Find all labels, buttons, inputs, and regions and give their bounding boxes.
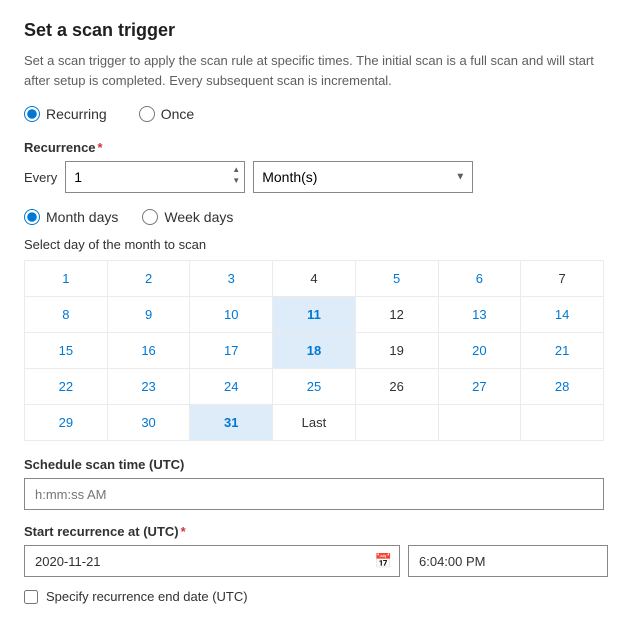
recurrence-row: Every ▲ ▼ Month(s) Day(s) Week(s) Year(s…	[24, 161, 608, 193]
calendar-day[interactable]: 23	[107, 369, 190, 405]
calendar-day[interactable]: 6	[438, 261, 521, 297]
calendar-day[interactable]: 17	[190, 333, 273, 369]
scan-time-section: Schedule scan time (UTC)	[24, 457, 608, 524]
calendar-day[interactable]: 16	[107, 333, 190, 369]
calendar-label: Select day of the month to scan	[24, 237, 608, 252]
day-type-group: Month days Week days	[24, 209, 608, 225]
unit-select-wrapper: Month(s) Day(s) Week(s) Year(s) ▼	[253, 161, 473, 193]
once-label[interactable]: Once	[161, 106, 194, 122]
calendar-day[interactable]: 1	[25, 261, 108, 297]
calendar-day[interactable]: 18	[273, 333, 356, 369]
unit-select[interactable]: Month(s) Day(s) Week(s) Year(s)	[253, 161, 473, 193]
start-recurrence-label: Start recurrence at (UTC)*	[24, 524, 608, 539]
calendar-day[interactable]: 27	[438, 369, 521, 405]
every-label: Every	[24, 170, 57, 185]
calendar-day[interactable]: 28	[521, 369, 604, 405]
calendar-day[interactable]: 21	[521, 333, 604, 369]
start-date-input[interactable]	[24, 545, 400, 577]
calendar-day[interactable]: 3	[190, 261, 273, 297]
calendar-day[interactable]: 30	[107, 405, 190, 441]
calendar-day[interactable]: 2	[107, 261, 190, 297]
calendar-day[interactable]: 9	[107, 297, 190, 333]
interval-spinner: ▲ ▼	[231, 165, 241, 186]
once-radio[interactable]	[139, 106, 155, 122]
week-days-option[interactable]: Week days	[142, 209, 233, 225]
start-recurrence-row: 📅	[24, 545, 608, 577]
recurring-option[interactable]: Recurring	[24, 106, 107, 122]
recurrence-label: Recurrence*	[24, 140, 608, 155]
calendar-day[interactable]: 26	[355, 369, 438, 405]
calendar-day[interactable]: 11	[273, 297, 356, 333]
calendar-day[interactable]: 29	[25, 405, 108, 441]
month-days-option[interactable]: Month days	[24, 209, 118, 225]
calendar-day-empty	[521, 405, 604, 441]
calendar-day[interactable]: 4	[273, 261, 356, 297]
calendar-day[interactable]: 25	[273, 369, 356, 405]
interval-wrapper: ▲ ▼	[65, 161, 245, 193]
spinner-down[interactable]: ▼	[231, 176, 241, 186]
calendar-section: Select day of the month to scan 12345678…	[24, 237, 608, 441]
calendar-day[interactable]: 14	[521, 297, 604, 333]
spinner-up[interactable]: ▲	[231, 165, 241, 175]
end-date-checkbox[interactable]	[24, 590, 38, 604]
recurring-radio[interactable]	[24, 106, 40, 122]
calendar-day[interactable]: 12	[355, 297, 438, 333]
calendar-day[interactable]: 24	[190, 369, 273, 405]
month-days-label[interactable]: Month days	[46, 209, 118, 225]
calendar-day[interactable]: 19	[355, 333, 438, 369]
start-date-wrapper: 📅	[24, 545, 400, 577]
calendar-day[interactable]: 31	[190, 405, 273, 441]
calendar-day[interactable]: 20	[438, 333, 521, 369]
calendar-day-empty	[438, 405, 521, 441]
calendar-day-empty	[355, 405, 438, 441]
calendar-day[interactable]: Last	[273, 405, 356, 441]
start-recurrence-section: Start recurrence at (UTC)* 📅	[24, 524, 608, 577]
page-title: Set a scan trigger	[24, 20, 608, 41]
description: Set a scan trigger to apply the scan rul…	[24, 51, 608, 90]
calendar-day[interactable]: 10	[190, 297, 273, 333]
once-option[interactable]: Once	[139, 106, 194, 122]
calendar-day[interactable]: 8	[25, 297, 108, 333]
recurring-label[interactable]: Recurring	[46, 106, 107, 122]
end-date-label[interactable]: Specify recurrence end date (UTC)	[46, 589, 248, 604]
start-time-input[interactable]	[408, 545, 608, 577]
calendar-day[interactable]: 7	[521, 261, 604, 297]
month-days-radio[interactable]	[24, 209, 40, 225]
recurrence-section: Recurrence* Every ▲ ▼ Month(s) Day(s) We…	[24, 140, 608, 193]
calendar-day[interactable]: 5	[355, 261, 438, 297]
day-calendar: 1234567891011121314151617181920212223242…	[24, 260, 604, 441]
week-days-radio[interactable]	[142, 209, 158, 225]
scan-time-input[interactable]	[24, 478, 604, 510]
calendar-day[interactable]: 15	[25, 333, 108, 369]
calendar-day[interactable]: 13	[438, 297, 521, 333]
week-days-label[interactable]: Week days	[164, 209, 233, 225]
interval-input[interactable]	[65, 161, 245, 193]
trigger-type-group: Recurring Once	[24, 106, 608, 122]
scan-time-label: Schedule scan time (UTC)	[24, 457, 608, 472]
end-date-row: Specify recurrence end date (UTC)	[24, 589, 608, 604]
calendar-day[interactable]: 22	[25, 369, 108, 405]
